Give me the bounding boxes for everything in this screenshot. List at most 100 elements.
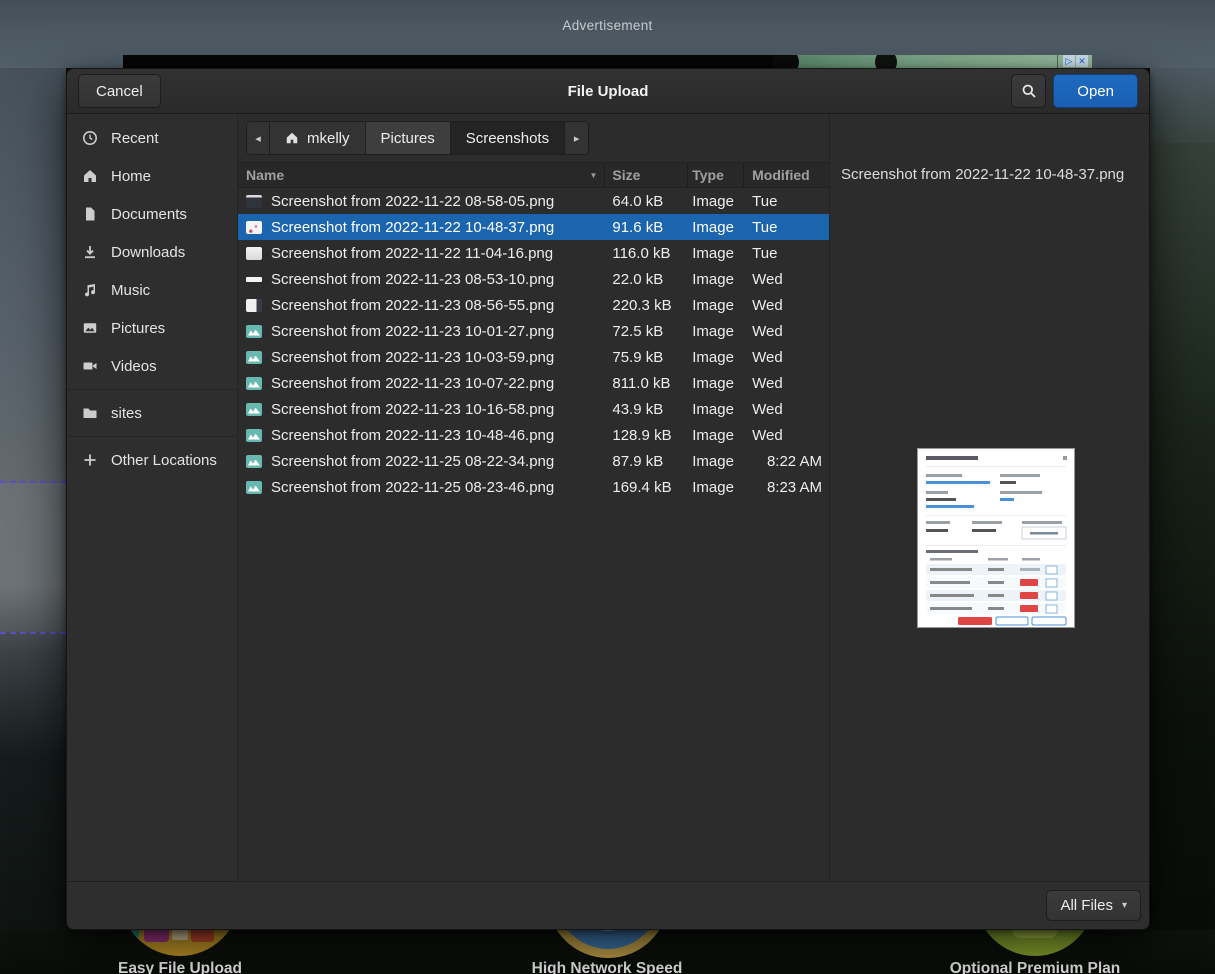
- chevron-right-icon: ▸: [573, 132, 580, 145]
- file-row[interactable]: Screenshot from 2022-11-25 08-23-46.png …: [238, 474, 829, 500]
- file-thumbnail-icon: [246, 350, 262, 364]
- adchoices-icon[interactable]: ▷: [1063, 55, 1075, 67]
- sidebar-item-documents[interactable]: Documents: [67, 195, 237, 233]
- download-icon: [82, 244, 98, 260]
- file-type: Image: [692, 192, 734, 210]
- sidebar-item-music[interactable]: Music: [67, 271, 237, 309]
- chevron-left-icon: ◂: [255, 132, 261, 145]
- file-row-selected[interactable]: Screenshot from 2022-11-22 10-48-37.png …: [238, 214, 829, 240]
- file-name-cell: Screenshot from 2022-11-22 10-48-37.png: [238, 219, 605, 236]
- file-type: Image: [692, 452, 734, 470]
- sidebar-item-home[interactable]: Home: [67, 157, 237, 195]
- file-thumbnail-icon: [246, 402, 262, 416]
- file-name: Screenshot from 2022-11-22 08-58-05.png: [271, 192, 555, 210]
- feature-caption-speed: High Network Speed: [531, 960, 683, 974]
- column-label: Size: [612, 167, 641, 183]
- search-button[interactable]: [1011, 74, 1047, 108]
- file-browser: ◂ mkelly Pictures Screenshots ▸ Name ▼ S…: [238, 114, 830, 881]
- sidebar-item-videos[interactable]: Videos: [67, 347, 237, 385]
- file-name-cell: Screenshot from 2022-11-22 08-58-05.png: [238, 193, 605, 210]
- open-button[interactable]: Open: [1053, 74, 1138, 108]
- file-thumbnail-icon: [246, 246, 262, 260]
- file-name-cell: Screenshot from 2022-11-22 11-04-16.png: [238, 245, 605, 262]
- plus-icon: [82, 452, 98, 468]
- file-size: 75.9 kB: [612, 348, 664, 366]
- column-header-type[interactable]: Type: [688, 163, 745, 187]
- file-thumbnail-icon: [246, 220, 262, 234]
- file-type: Image: [692, 478, 734, 496]
- places-sidebar: Recent Home Documents Downloads Music Pi…: [67, 114, 238, 881]
- ad-banner-green-segment: [791, 55, 1092, 68]
- file-modified: Tue: [752, 244, 778, 262]
- pathbar-forward-button[interactable]: ▸: [565, 122, 589, 154]
- file-row[interactable]: Screenshot from 2022-11-23 10-01-27.png …: [238, 318, 829, 344]
- file-name-cell: Screenshot from 2022-11-23 08-56-55.png: [238, 297, 605, 314]
- file-name-cell: Screenshot from 2022-11-23 10-16-58.png: [238, 401, 605, 418]
- file-name: Screenshot from 2022-11-25 08-22-34.png: [271, 452, 555, 470]
- cancel-button[interactable]: Cancel: [78, 74, 161, 108]
- search-icon: [1021, 83, 1037, 99]
- ad-banner-divider: [1057, 55, 1058, 68]
- file-name-cell: Screenshot from 2022-11-23 10-03-59.png: [238, 349, 605, 366]
- file-thumbnail-icon: [246, 298, 262, 312]
- file-type: Image: [692, 400, 734, 418]
- pathbar: ◂ mkelly Pictures Screenshots ▸: [246, 121, 590, 155]
- pathbar-pictures-button[interactable]: Pictures: [365, 122, 451, 154]
- file-row[interactable]: Screenshot from 2022-11-23 10-48-46.png …: [238, 422, 829, 448]
- file-name: Screenshot from 2022-11-23 10-16-58.png: [271, 400, 555, 418]
- ad-banner-dark-segment: [123, 55, 791, 68]
- file-modified: 8:22 AM: [766, 452, 822, 470]
- preview-thumbnail-image: [918, 449, 1074, 627]
- file-modified: Wed: [752, 348, 783, 366]
- sidebar-item-recent[interactable]: Recent: [67, 119, 237, 157]
- file-row[interactable]: Screenshot from 2022-11-23 10-07-22.png …: [238, 370, 829, 396]
- file-name-cell: Screenshot from 2022-11-25 08-23-46.png: [238, 479, 605, 496]
- list-header: Name ▼ Size Type Modified: [238, 162, 829, 188]
- file-row[interactable]: Screenshot from 2022-11-25 08-22-34.png …: [238, 448, 829, 474]
- sidebar-item-other-locations[interactable]: Other Locations: [67, 441, 237, 479]
- dialog-body: Recent Home Documents Downloads Music Pi…: [67, 114, 1149, 881]
- file-row[interactable]: Screenshot from 2022-11-23 10-03-59.png …: [238, 344, 829, 370]
- file-name: Screenshot from 2022-11-23 10-48-46.png: [271, 426, 555, 444]
- selection-dash-bottom: [0, 632, 66, 634]
- pathbar-home-button[interactable]: mkelly: [270, 122, 366, 154]
- column-header-name[interactable]: Name ▼: [238, 163, 606, 187]
- file-type: Image: [692, 270, 734, 288]
- home-icon: [82, 168, 98, 184]
- file-row[interactable]: Screenshot from 2022-11-23 08-56-55.png …: [238, 292, 829, 318]
- pathbar-back-button[interactable]: ◂: [247, 122, 270, 154]
- file-row[interactable]: Screenshot from 2022-11-22 08-58-05.png …: [238, 188, 829, 214]
- folder-icon: [82, 405, 98, 421]
- file-filter-label: All Files: [1060, 897, 1113, 914]
- file-row[interactable]: Screenshot from 2022-11-23 08-53-10.png …: [238, 266, 829, 292]
- file-name: Screenshot from 2022-11-23 10-01-27.png: [271, 322, 555, 340]
- file-size: 91.6 kB: [612, 218, 664, 236]
- ad-banner-decoration: [875, 55, 897, 68]
- file-modified: Wed: [752, 270, 783, 288]
- sidebar-item-label: Downloads: [111, 243, 186, 261]
- column-header-size[interactable]: Size: [605, 163, 689, 187]
- file-row[interactable]: Screenshot from 2022-11-22 11-04-16.png …: [238, 240, 829, 266]
- selection-region: [0, 483, 66, 632]
- file-list: Screenshot from 2022-11-22 08-58-05.png …: [238, 188, 829, 881]
- file-name: Screenshot from 2022-11-23 08-56-55.png: [271, 296, 555, 314]
- ad-close-icon[interactable]: ✕: [1076, 55, 1088, 67]
- file-size: 220.3 kB: [612, 296, 672, 314]
- ad-banner[interactable]: ▷ ✕: [123, 55, 1092, 68]
- column-header-modified[interactable]: Modified: [744, 163, 829, 187]
- sidebar-item-downloads[interactable]: Downloads: [67, 233, 237, 271]
- file-modified: 8:23 AM: [766, 478, 822, 496]
- ad-banner-decoration: [773, 55, 799, 68]
- home-icon: [285, 131, 299, 145]
- sidebar-item-label: sites: [111, 404, 142, 422]
- pathbar-screenshots-button[interactable]: Screenshots: [450, 122, 566, 154]
- column-label: Type: [692, 167, 724, 183]
- dialog-bottombar: All Files ▾: [67, 881, 1149, 929]
- sidebar-item-sites[interactable]: sites: [67, 394, 237, 432]
- sidebar-item-pictures[interactable]: Pictures: [67, 309, 237, 347]
- file-filter-dropdown[interactable]: All Files ▾: [1046, 890, 1141, 921]
- pathbar-segment-label: Pictures: [380, 129, 435, 147]
- music-note-icon: [82, 282, 98, 298]
- file-thumbnail-icon: [246, 454, 262, 468]
- file-row[interactable]: Screenshot from 2022-11-23 10-16-58.png …: [238, 396, 829, 422]
